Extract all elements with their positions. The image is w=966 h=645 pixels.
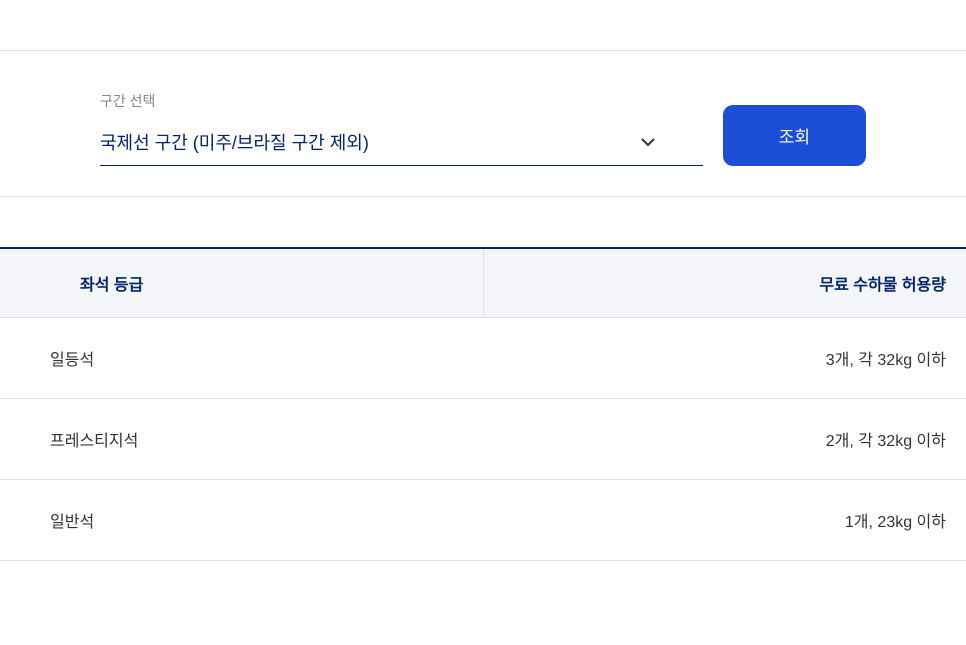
filter-section: 구간 선택 국제선 구간 (미주/브라질 구간 제외) 조회 [0, 51, 966, 197]
header-allowance: 무료 수하물 허용량 [483, 248, 966, 318]
cell-allowance: 3개, 각 32kg 이하 [483, 318, 966, 399]
cell-allowance: 1개, 23kg 이하 [483, 480, 966, 561]
table-row: 일등석 3개, 각 32kg 이하 [0, 318, 966, 399]
table-row: 프레스티지석 2개, 각 32kg 이하 [0, 399, 966, 480]
filter-row: 구간 선택 국제선 구간 (미주/브라질 구간 제외) 조회 [100, 91, 866, 166]
table-row: 일반석 1개, 23kg 이하 [0, 480, 966, 561]
search-button[interactable]: 조회 [723, 105, 866, 166]
header-seat-class: 좌석 등급 [0, 248, 483, 318]
route-select[interactable]: 국제선 구간 (미주/브라질 구간 제외) [100, 119, 703, 166]
cell-seat-class: 일등석 [0, 318, 483, 399]
table-header-row: 좌석 등급 무료 수하물 허용량 [0, 248, 966, 318]
cell-seat-class: 일반석 [0, 480, 483, 561]
cell-seat-class: 프레스티지석 [0, 399, 483, 480]
baggage-table-wrapper: 좌석 등급 무료 수하물 허용량 일등석 3개, 각 32kg 이하 프레스티지… [0, 247, 966, 561]
baggage-table: 좌석 등급 무료 수하물 허용량 일등석 3개, 각 32kg 이하 프레스티지… [0, 247, 966, 561]
chevron-down-icon [641, 135, 655, 149]
cell-allowance: 2개, 각 32kg 이하 [483, 399, 966, 480]
route-select-label: 구간 선택 [100, 91, 703, 111]
route-select-value: 국제선 구간 (미주/브라질 구간 제외) [100, 129, 369, 155]
route-select-wrapper: 구간 선택 국제선 구간 (미주/브라질 구간 제외) [100, 91, 703, 166]
